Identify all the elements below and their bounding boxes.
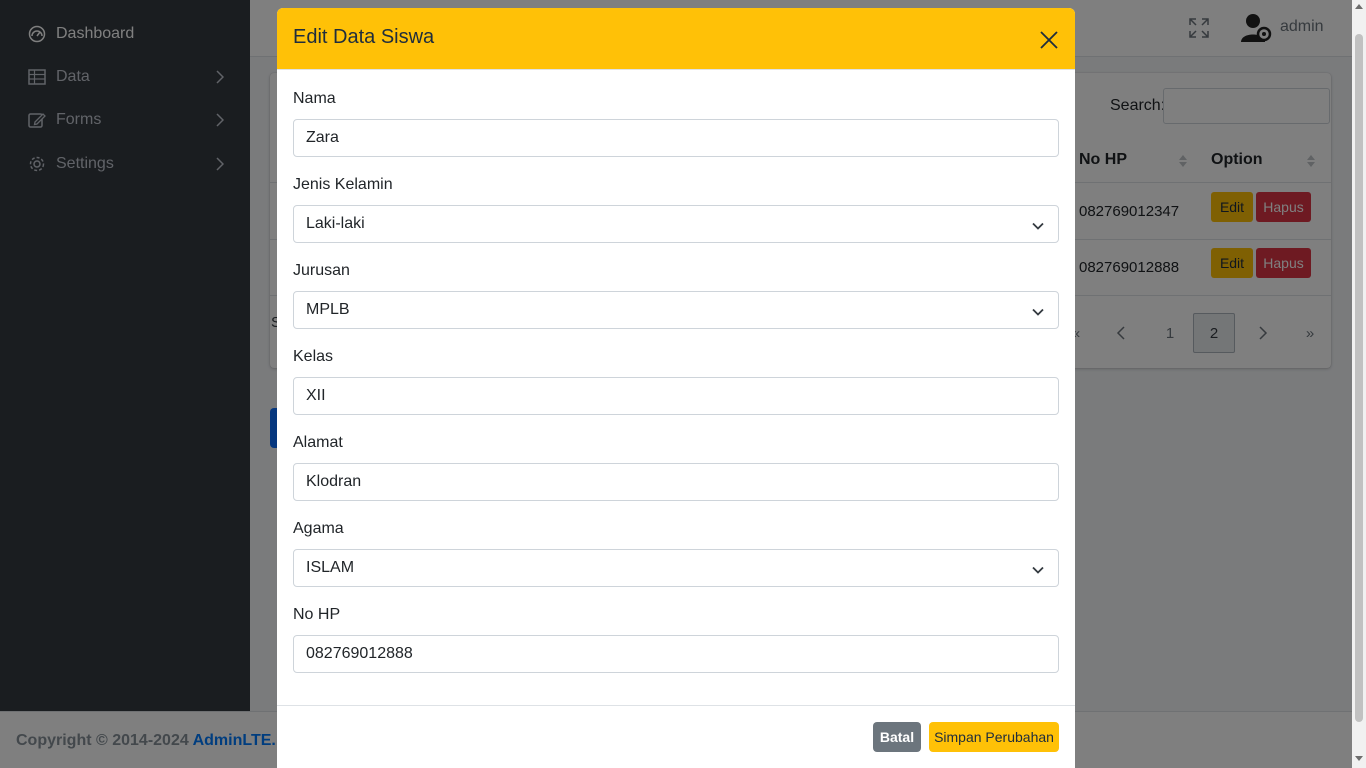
kelas-label: Kelas <box>293 348 334 365</box>
jurusan-value: MPLB <box>306 301 350 318</box>
scroll-down-arrow-icon[interactable] <box>1355 756 1363 761</box>
modal-header: Edit Data Siswa <box>277 8 1075 70</box>
close-icon[interactable] <box>1037 28 1061 52</box>
save-changes-button[interactable]: Simpan Perubahan <box>929 722 1059 752</box>
alamat-label: Alamat <box>293 434 343 451</box>
no-hp-input[interactable]: 082769012888 <box>293 635 1059 673</box>
jenis-kelamin-select[interactable]: Laki-laki <box>293 205 1059 243</box>
agama-value: ISLAM <box>306 559 355 576</box>
alamat-input[interactable]: Klodran <box>293 463 1059 501</box>
chevron-down-icon <box>1032 563 1044 575</box>
chevron-down-icon <box>1032 219 1044 231</box>
agama-label: Agama <box>293 520 344 537</box>
jurusan-label: Jurusan <box>293 262 350 279</box>
cancel-button[interactable]: Batal <box>873 722 921 752</box>
nama-input[interactable]: Zara <box>293 119 1059 157</box>
agama-select[interactable]: ISLAM <box>293 549 1059 587</box>
jurusan-select[interactable]: MPLB <box>293 291 1059 329</box>
scroll-up-arrow-icon[interactable] <box>1355 4 1363 9</box>
kelas-value: XII <box>306 387 326 404</box>
no-hp-label: No HP <box>293 606 341 623</box>
alamat-value: Klodran <box>306 473 362 490</box>
nama-label: Nama <box>293 90 336 107</box>
modal-title: Edit Data Siswa <box>293 26 435 48</box>
jenis-kelamin-label: Jenis Kelamin <box>293 176 393 193</box>
scroll-thumb[interactable] <box>1355 34 1363 722</box>
edit-modal: Edit Data Siswa Nama Zara Jenis Kelamin … <box>277 8 1075 768</box>
kelas-input[interactable]: XII <box>293 377 1059 415</box>
jenis-kelamin-value: Laki-laki <box>306 215 365 232</box>
chevron-down-icon <box>1032 305 1044 317</box>
no-hp-value: 082769012888 <box>306 645 413 662</box>
scrollbar[interactable] <box>1352 0 1366 768</box>
nama-value: Zara <box>306 129 339 146</box>
divider <box>277 705 1075 706</box>
